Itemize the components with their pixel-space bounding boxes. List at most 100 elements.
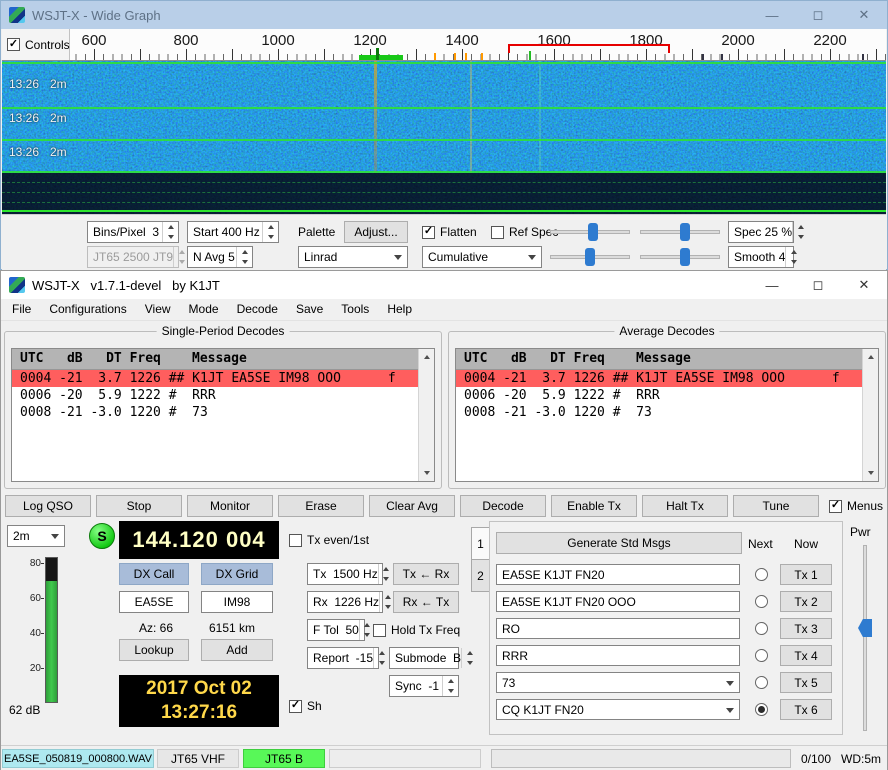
waterfall-display[interactable]: 13:26 2m 13:26 2m 13:26 2m (2, 61, 886, 214)
slider-handle[interactable] (680, 248, 690, 266)
spinner-arrows[interactable] (792, 222, 808, 242)
scroll-down-icon[interactable] (863, 466, 878, 480)
menu-tools[interactable]: Tools (332, 299, 378, 320)
maximize-icon[interactable]: ◻ (795, 271, 841, 299)
scroll-down-icon[interactable] (419, 466, 434, 480)
tx6-now-button[interactable]: Tx 6 (780, 699, 832, 720)
spin-up-icon[interactable] (379, 564, 394, 574)
slider-handle[interactable] (585, 248, 595, 266)
menu-file[interactable]: File (3, 299, 40, 320)
spin-up-icon[interactable] (786, 247, 801, 257)
controls-toggle[interactable]: Controls (2, 29, 70, 60)
dx-grid-field[interactable]: IM98 (201, 591, 273, 613)
spin-up-icon[interactable] (237, 247, 252, 257)
close-icon[interactable]: ✕ (841, 1, 887, 29)
spin-down-icon[interactable] (786, 257, 801, 267)
slider-handle[interactable] (588, 223, 598, 241)
slider-handle[interactable] (680, 223, 690, 241)
zero2-slider[interactable] (640, 247, 720, 267)
close-icon[interactable]: ✕ (841, 271, 887, 299)
spin-down-icon[interactable] (263, 232, 278, 242)
erase-button[interactable]: Erase (278, 495, 364, 517)
spinner-arrows[interactable] (162, 222, 178, 242)
wide-graph-titlebar[interactable]: WSJT-X - Wide Graph — ◻ ✕ (1, 1, 887, 29)
submode-spinner[interactable]: Submode B (389, 647, 459, 669)
log-qso-button[interactable]: Log QSO (5, 495, 91, 517)
spin-up-icon[interactable] (263, 222, 278, 232)
decode-row[interactable]: 0006 -20 5.9 1222 # RRR (12, 387, 419, 404)
zero-slider[interactable] (640, 222, 720, 242)
start-freq-spinner[interactable]: Start 400 Hz (187, 221, 279, 243)
clear-avg-button[interactable]: Clear Avg (369, 495, 455, 517)
spectrum-mode-combo[interactable]: Cumulative (422, 246, 542, 268)
tx5-message-combo[interactable]: 73 (496, 672, 740, 693)
spinner-arrows[interactable] (461, 648, 477, 668)
tab-2[interactable]: 2 (471, 559, 490, 592)
tune-button[interactable]: Tune (733, 495, 819, 517)
decode-row[interactable]: 0008 -21 -3.0 1220 # 73 (12, 404, 419, 421)
spinner-arrows[interactable] (373, 648, 389, 668)
menu-mode[interactable]: Mode (180, 299, 228, 320)
dx-call-button[interactable]: DX Call (119, 563, 189, 585)
tx-even-checkbox[interactable]: Tx even/1st (289, 533, 369, 547)
tx4-message-field[interactable]: RRR (496, 645, 740, 666)
main-titlebar[interactable]: WSJT-X v1.7.1-devel by K1JT — ◻ ✕ (1, 271, 887, 300)
menu-decode[interactable]: Decode (228, 299, 287, 320)
generate-std-msgs-button[interactable]: Generate Std Msgs (496, 532, 742, 554)
frequency-ruler[interactable]: Controls 600 800 1000 1200 1400 1600 180… (2, 29, 886, 61)
spinner-arrows[interactable] (262, 222, 278, 242)
spin-down-icon[interactable] (163, 232, 178, 242)
spinner-arrows[interactable] (236, 247, 252, 267)
decode-row[interactable]: 0006 -20 5.9 1222 # RRR (456, 387, 863, 404)
minimize-icon[interactable]: — (749, 1, 795, 29)
spin-down-icon[interactable] (443, 686, 458, 696)
tx4-next-radio[interactable] (755, 649, 768, 662)
tx1-next-radio[interactable] (755, 568, 768, 581)
controls-checkbox[interactable]: Controls (7, 38, 70, 52)
spin-down-icon[interactable] (374, 658, 389, 668)
tx1-message-field[interactable]: EA5SE K1JT FN20 (496, 564, 740, 585)
band-combo[interactable]: 2m (7, 525, 65, 547)
maximize-icon[interactable]: ◻ (795, 1, 841, 29)
sh-checkbox[interactable]: Sh (289, 699, 322, 713)
tx2-now-button[interactable]: Tx 2 (780, 591, 832, 612)
slider-handle[interactable] (858, 619, 872, 637)
gain2-slider[interactable] (550, 247, 630, 267)
spin-up-icon[interactable] (462, 648, 477, 658)
spin-down-icon[interactable] (793, 232, 808, 242)
menus-checkbox[interactable]: Menus (829, 499, 883, 513)
pwr-slider[interactable] (857, 545, 873, 731)
decode-row[interactable]: 0004 -21 3.7 1226 ## K1JT EA5SE IM98 OOO… (12, 370, 419, 387)
decode-row[interactable]: 0004 -21 3.7 1226 ## K1JT EA5SE IM98 OOO… (456, 370, 863, 387)
spin-up-icon[interactable] (443, 676, 458, 686)
decode-row[interactable]: 0008 -21 -3.0 1220 # 73 (456, 404, 863, 421)
spin-up-icon[interactable] (374, 648, 389, 658)
ref-spec-checkbox[interactable]: Ref Spec (491, 225, 558, 239)
tx5-next-radio[interactable] (755, 676, 768, 689)
sync-spinner[interactable]: Sync -1 (389, 675, 459, 697)
tx3-next-radio[interactable] (755, 622, 768, 635)
scroll-up-icon[interactable] (863, 350, 878, 364)
menu-configurations[interactable]: Configurations (40, 299, 135, 320)
tx6-message-combo[interactable]: CQ K1JT FN20 (496, 699, 740, 720)
tx3-now-button[interactable]: Tx 3 (780, 618, 832, 639)
scrollbar[interactable] (418, 349, 434, 481)
tx1-now-button[interactable]: Tx 1 (780, 564, 832, 585)
minimize-icon[interactable]: — (749, 271, 795, 299)
spin-down-icon[interactable] (462, 658, 477, 668)
tx4-now-button[interactable]: Tx 4 (780, 645, 832, 666)
gain-slider[interactable] (550, 222, 630, 242)
decode-button[interactable]: Decode (460, 495, 546, 517)
hold-tx-freq-checkbox[interactable]: Hold Tx Freq (373, 623, 460, 637)
bins-pixel-spinner[interactable]: Bins/Pixel 3 (87, 221, 179, 243)
tx-freq-spinner[interactable]: Tx 1500 Hz (307, 563, 383, 585)
rx-freq-spinner[interactable]: Rx 1226 Hz (307, 591, 383, 613)
halt-tx-button[interactable]: Halt Tx (642, 495, 728, 517)
tx2-next-radio[interactable] (755, 595, 768, 608)
scroll-up-icon[interactable] (419, 350, 434, 364)
spinner-arrows[interactable] (378, 564, 394, 584)
enable-tx-button[interactable]: Enable Tx (551, 495, 637, 517)
flatten-checkbox[interactable]: Flatten (422, 225, 477, 239)
spinner-arrows[interactable] (785, 247, 801, 267)
smooth-spinner[interactable]: Smooth 4 (728, 246, 794, 268)
